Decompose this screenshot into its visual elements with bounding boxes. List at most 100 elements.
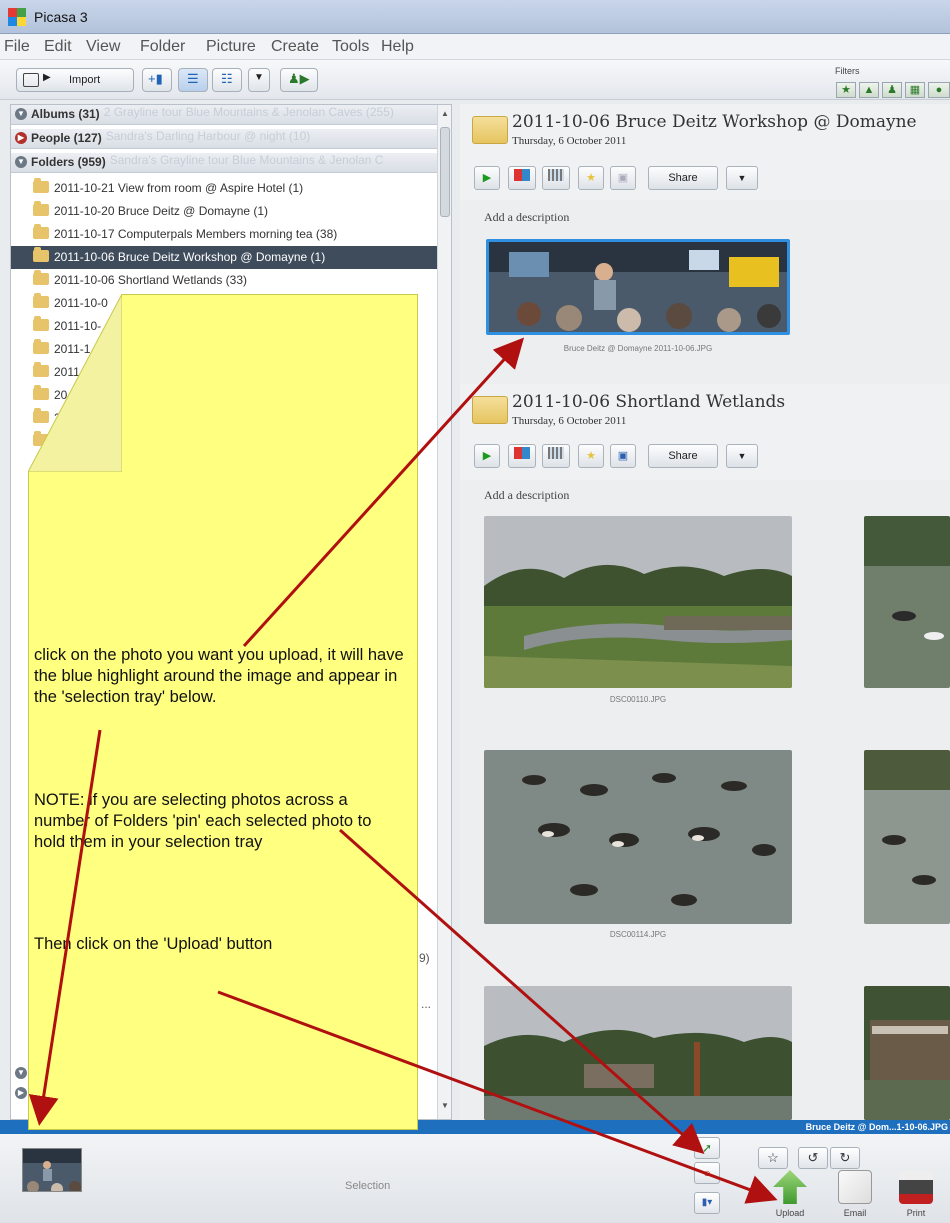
- collage-icon: [514, 169, 530, 181]
- folder-icon: [33, 247, 49, 262]
- window-title: Picasa 3: [34, 9, 88, 25]
- share-dropdown-icon[interactable]: ▼: [726, 444, 758, 468]
- upload-button[interactable]: Upload: [770, 1170, 810, 1218]
- folder-item[interactable]: 2011-10-20 Bruce Deitz @ Domayne (1): [11, 200, 437, 223]
- upload-arrow-icon: [773, 1170, 807, 1204]
- folder-item-selected[interactable]: 2011-10-06 Bruce Deitz Workshop @ Domayn…: [11, 246, 437, 269]
- album-description[interactable]: Add a description: [484, 488, 569, 503]
- rotate-left-icon[interactable]: ↺: [798, 1147, 828, 1169]
- save-icon[interactable]: ▣: [610, 444, 636, 468]
- library-scrollbar[interactable]: ▲ ▼: [437, 105, 451, 1119]
- folder-icon: [472, 116, 508, 144]
- rotate-right-icon[interactable]: ↻: [830, 1147, 860, 1169]
- share-dropdown-icon[interactable]: ▼: [726, 166, 758, 190]
- title-bar: Picasa 3: [0, 0, 950, 34]
- selection-label: Selection: [345, 1180, 391, 1192]
- movie-button[interactable]: [542, 166, 570, 190]
- wetlands-photo: [484, 516, 792, 688]
- email-button[interactable]: Email: [835, 1170, 875, 1218]
- star-outline-icon[interactable]: ☆: [758, 1147, 788, 1169]
- collage-button[interactable]: [508, 166, 536, 190]
- photo-thumbnail[interactable]: [484, 750, 792, 924]
- film-icon: [548, 447, 564, 459]
- folders-group[interactable]: ▼ Folders (959) Sandra's Grayline tour Blu…: [11, 153, 437, 173]
- menu-create[interactable]: Create: [271, 38, 319, 56]
- printer-icon: [899, 1170, 933, 1204]
- list-view-icon: ☰: [187, 71, 199, 86]
- folder-item[interactable]: 2011-10-06 Shortland Wetlands (33): [11, 269, 437, 292]
- collapse-icon[interactable]: ▼: [15, 1067, 27, 1079]
- albums-ghost-text: 2 Grayline tour Blue Mountains & Jenolan…: [103, 105, 394, 119]
- clear-selection-icon[interactable]: ○: [694, 1162, 720, 1184]
- slideshow-button[interactable]: ♟▶: [280, 68, 318, 92]
- menu-file[interactable]: File: [4, 38, 30, 56]
- people-group[interactable]: ▶ People (127) Sandra's Darling Harbour @ …: [11, 129, 437, 149]
- building-photo: [864, 986, 950, 1120]
- selected-filename: Bruce Deitz @ Dom...1-10-06.JPG: [805, 1122, 948, 1132]
- chevron-down-icon: ▼: [254, 72, 264, 83]
- folder-label: 2011-10-06 Shortland Wetlands (33): [54, 273, 248, 287]
- camera-icon: [23, 73, 39, 87]
- folder-item[interactable]: 2011-10-17 Computerpals Members morning …: [11, 223, 437, 246]
- photo-caption: DSC00114.JPG: [609, 930, 667, 939]
- print-label: Print: [906, 1208, 926, 1218]
- filter-uploaded-icon[interactable]: ▲: [859, 82, 879, 98]
- folder-item[interactable]: 2011-10-21 View from room @ Aspire Hotel…: [11, 177, 437, 200]
- import-button[interactable]: ▶ Import: [16, 68, 134, 92]
- collage-button[interactable]: [508, 444, 536, 468]
- filter-faces-icon[interactable]: ♟: [882, 82, 902, 98]
- scrollbar-thumb[interactable]: [440, 127, 450, 217]
- star-icon[interactable]: ★: [578, 444, 604, 468]
- albums-group[interactable]: ▼ Albums (31) 2 Grayline tour Blue Mountai…: [11, 105, 437, 125]
- album-description[interactable]: Add a description: [484, 210, 569, 225]
- picasa-logo-icon: [8, 8, 26, 26]
- menu-edit[interactable]: Edit: [44, 38, 72, 56]
- view-tree-button[interactable]: ☷: [212, 68, 242, 92]
- expand-icon[interactable]: ▶: [15, 1087, 27, 1099]
- geese-on-water-photo: [484, 750, 792, 924]
- share-button[interactable]: Share: [648, 166, 718, 190]
- star-icon[interactable]: ★: [578, 166, 604, 190]
- expand-down-icon: ▼: [15, 156, 27, 168]
- print-button[interactable]: Print: [896, 1170, 936, 1218]
- filter-starred-icon[interactable]: ★: [836, 82, 856, 98]
- menu-folder[interactable]: Folder: [140, 38, 185, 56]
- photo-thumbnail[interactable]: [484, 986, 792, 1120]
- pin-icon[interactable]: ➚: [694, 1137, 720, 1159]
- folders-label: Folders (959): [31, 155, 106, 169]
- photo-thumbnail-selected[interactable]: [486, 239, 790, 335]
- photo-thumbnail[interactable]: [484, 516, 792, 688]
- tree-view-icon: ☷: [221, 71, 233, 86]
- wetlands-geese-photo: [864, 516, 950, 688]
- photo-thumbnail[interactable]: [864, 986, 950, 1120]
- album-date: Thursday, 6 October 2011: [512, 135, 627, 147]
- filter-videos-icon[interactable]: ▦: [905, 82, 925, 98]
- movie-button[interactable]: [542, 444, 570, 468]
- filter-geotag-icon[interactable]: ●: [928, 82, 950, 98]
- menu-view[interactable]: View: [86, 38, 120, 56]
- scroll-down-icon[interactable]: ▼: [440, 1101, 450, 1113]
- view-list-button[interactable]: ☰: [178, 68, 208, 92]
- photo-caption: Bruce Deitz @ Domayne 2011-10-06.JPG: [563, 344, 713, 353]
- play-slideshow-icon[interactable]: ▶: [474, 444, 500, 468]
- view-options-dropdown[interactable]: ▼: [248, 68, 270, 92]
- menu-tools[interactable]: Tools: [332, 38, 369, 56]
- album-title: 2011-10-06 Bruce Deitz Workshop @ Domayn…: [512, 112, 917, 132]
- add-to-album-dropdown-icon[interactable]: ▮▾: [694, 1192, 720, 1214]
- folder-icon: [33, 224, 49, 239]
- photo-thumbnail[interactable]: [864, 516, 950, 688]
- add-to-album-button[interactable]: +▮: [142, 68, 172, 92]
- folder-icon: [33, 178, 49, 193]
- menu-picture[interactable]: Picture: [206, 38, 256, 56]
- folder-label: 2011-10-17 Computerpals Members morning …: [54, 227, 338, 241]
- film-icon: [548, 169, 564, 181]
- play-slideshow-icon[interactable]: ▶: [474, 166, 500, 190]
- share-button[interactable]: Share: [648, 444, 718, 468]
- photo-thumbnail[interactable]: [864, 750, 950, 924]
- tray-thumbnail[interactable]: [22, 1148, 82, 1192]
- scroll-up-icon[interactable]: ▲: [440, 109, 450, 121]
- filters-label: Filters: [835, 66, 860, 76]
- menu-help[interactable]: Help: [381, 38, 414, 56]
- save-icon[interactable]: ▣: [610, 166, 636, 190]
- menu-bar: File Edit View Folder Picture Create Too…: [0, 34, 950, 60]
